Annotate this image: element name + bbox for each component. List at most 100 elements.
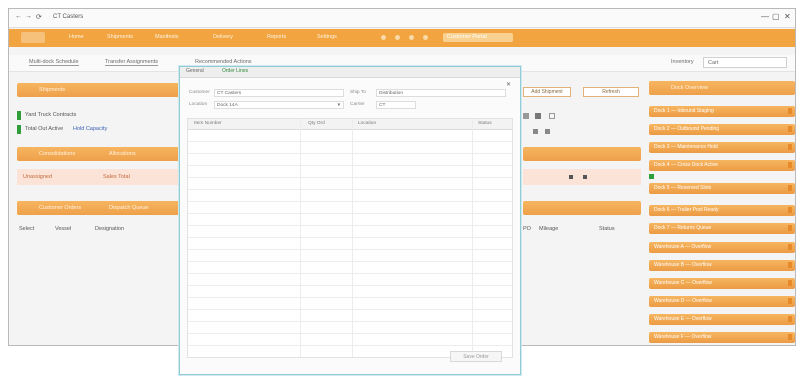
warehouse-item-label: Warehouse E — Overflow (654, 316, 712, 322)
menu-item-shipments[interactable]: Shipments (107, 34, 133, 40)
tab-order-lines[interactable]: Order Lines (222, 68, 248, 74)
table-row[interactable] (188, 213, 512, 214)
warehouse-item[interactable]: Warehouse C — Overflow (649, 278, 795, 289)
carrier-value: CT (379, 103, 386, 108)
table-row[interactable] (188, 285, 512, 286)
forward-icon[interactable]: → (25, 13, 32, 20)
table-row[interactable] (188, 333, 512, 334)
app-logo[interactable] (21, 32, 45, 43)
col-mileage[interactable]: Mileage (539, 226, 558, 232)
checkbox-icon[interactable] (549, 113, 555, 119)
dock-item[interactable]: Dock 4 — Cross Dock Active (649, 160, 795, 171)
dock-item[interactable]: Dock 3 — Maintenance Hold (649, 142, 795, 153)
warehouse-item[interactable]: Warehouse D — Overflow (649, 296, 795, 307)
location-field[interactable]: Dock 14A ▾ (214, 101, 344, 109)
table-row[interactable] (188, 273, 512, 274)
menu-dot-icon[interactable] (409, 35, 414, 40)
menu-item-home[interactable]: Home (69, 34, 84, 40)
customer-portal-chip[interactable]: Customer Portal (443, 33, 513, 42)
title-bar: ← → ⟳ CT Casters — ▢ ✕ (9, 9, 795, 28)
add-shipment-button[interactable]: Add Shipment (523, 87, 571, 97)
maximize-icon[interactable]: ▢ (772, 12, 780, 21)
warehouse-item-label: Warehouse C — Overflow (654, 280, 712, 286)
dialog-tab-bar: General Order Lines (180, 67, 520, 78)
dialog-close-icon[interactable]: ✕ (506, 81, 511, 88)
table-row[interactable] (188, 345, 512, 346)
col-select[interactable]: Select (19, 226, 34, 232)
table-row[interactable] (188, 165, 512, 166)
col-qty-ord[interactable]: Qty Ord (308, 121, 325, 126)
col-vessel[interactable]: Vessel (55, 226, 71, 232)
table-row[interactable] (188, 225, 512, 226)
grid-header: Item Number Qty Ord Location Status (188, 119, 512, 130)
dock-item[interactable]: Dock 5 — Reserved Slots (649, 183, 795, 194)
menu-dot-icon[interactable] (381, 35, 386, 40)
table-row[interactable] (188, 261, 512, 262)
filter-label: Inventory (671, 59, 694, 65)
table-row[interactable] (188, 189, 512, 190)
mid-pink-row[interactable] (523, 169, 641, 185)
carrier-field[interactable]: CT (376, 101, 416, 109)
col-status[interactable]: Status (478, 121, 492, 126)
col-designation[interactable]: Designation (95, 226, 124, 232)
dropdown-arrow-icon[interactable]: ▾ (338, 103, 340, 108)
shipments-header: Shipments (17, 83, 181, 97)
mid-header-2 (523, 201, 641, 215)
warehouse-item[interactable]: Warehouse E — Overflow (649, 314, 795, 325)
minimize-icon[interactable]: — (761, 12, 769, 21)
menu-item-settings[interactable]: Settings (317, 34, 337, 40)
menu-item-reports[interactable]: Reports (267, 34, 286, 40)
back-icon[interactable]: ← (15, 13, 22, 20)
refresh-button[interactable]: Refresh (583, 87, 639, 97)
warehouse-item[interactable]: Warehouse B — Overflow (649, 260, 795, 271)
refresh-label: Refresh (602, 89, 620, 95)
save-order-label: Save Order (463, 354, 489, 360)
table-row[interactable] (188, 153, 512, 154)
customer-field[interactable]: CT Casters (214, 89, 344, 97)
table-row[interactable] (188, 177, 512, 178)
tab-multi-dock-schedule[interactable]: Multi-dock Schedule (29, 59, 79, 66)
save-order-button[interactable]: Save Order (450, 351, 502, 362)
menu-dot-icon[interactable] (423, 35, 428, 40)
dock-item[interactable]: Dock 1 — Inbound Staging (649, 106, 795, 117)
consolidations-label: Consolidations (39, 151, 76, 157)
table-row[interactable] (188, 237, 512, 238)
col-po[interactable]: PO (523, 226, 531, 232)
warehouse-item[interactable]: Warehouse A — Overflow (649, 242, 795, 253)
dock-item-label: Dock 6 — Trailer Pool Ready (654, 207, 719, 213)
pink-row[interactable]: Unassigned Sales Total (17, 169, 189, 185)
carrier-label: Carrier (350, 102, 365, 107)
checkbox-icon[interactable] (523, 113, 529, 119)
checkbox-icon[interactable] (535, 113, 541, 119)
col-item-number[interactable]: Item Number (194, 121, 222, 126)
table-row[interactable] (188, 201, 512, 202)
menu-dot-icon[interactable] (395, 35, 400, 40)
customer-value: CT Casters (217, 91, 242, 96)
tab-transfer-assignments[interactable]: Transfer Assignments (105, 59, 158, 66)
menu-item-manifests[interactable]: Manifests (155, 34, 179, 40)
filter-value: Cart (708, 60, 719, 66)
tab-general[interactable]: General (186, 68, 204, 74)
table-row[interactable] (188, 141, 512, 142)
hold-capacity-link[interactable]: Hold Capacity (73, 126, 107, 132)
col-status[interactable]: Status (599, 226, 615, 232)
close-window-icon[interactable]: ✕ (784, 12, 791, 21)
customer-portal-label: Customer Portal (447, 34, 487, 40)
tab-recommended-actions[interactable]: Recommended Actions (195, 59, 252, 66)
dock-item[interactable]: Dock 2 — Outbound Pending (649, 124, 795, 135)
table-row[interactable] (188, 309, 512, 310)
yard-truck-row[interactable]: Yard Truck Contracts (25, 112, 76, 118)
table-row[interactable] (188, 321, 512, 322)
table-row[interactable] (188, 297, 512, 298)
col-location[interactable]: Location (358, 121, 376, 126)
add-shipment-label: Add Shipment (531, 89, 563, 95)
dock-item[interactable]: Dock 7 — Returns Queue (649, 223, 795, 234)
ship-to-field[interactable]: Distribution (376, 89, 506, 97)
table-row[interactable] (188, 249, 512, 250)
dock-item[interactable]: Dock 6 — Trailer Pool Ready (649, 205, 795, 216)
filter-select[interactable]: Cart (703, 57, 787, 68)
refresh-icon[interactable]: ⟳ (36, 13, 42, 21)
menu-item-delivery[interactable]: Delivery (213, 34, 233, 40)
dock-item-label: Dock 5 — Reserved Slots (654, 185, 712, 191)
warehouse-item[interactable]: Warehouse F — Overflow (649, 332, 795, 343)
